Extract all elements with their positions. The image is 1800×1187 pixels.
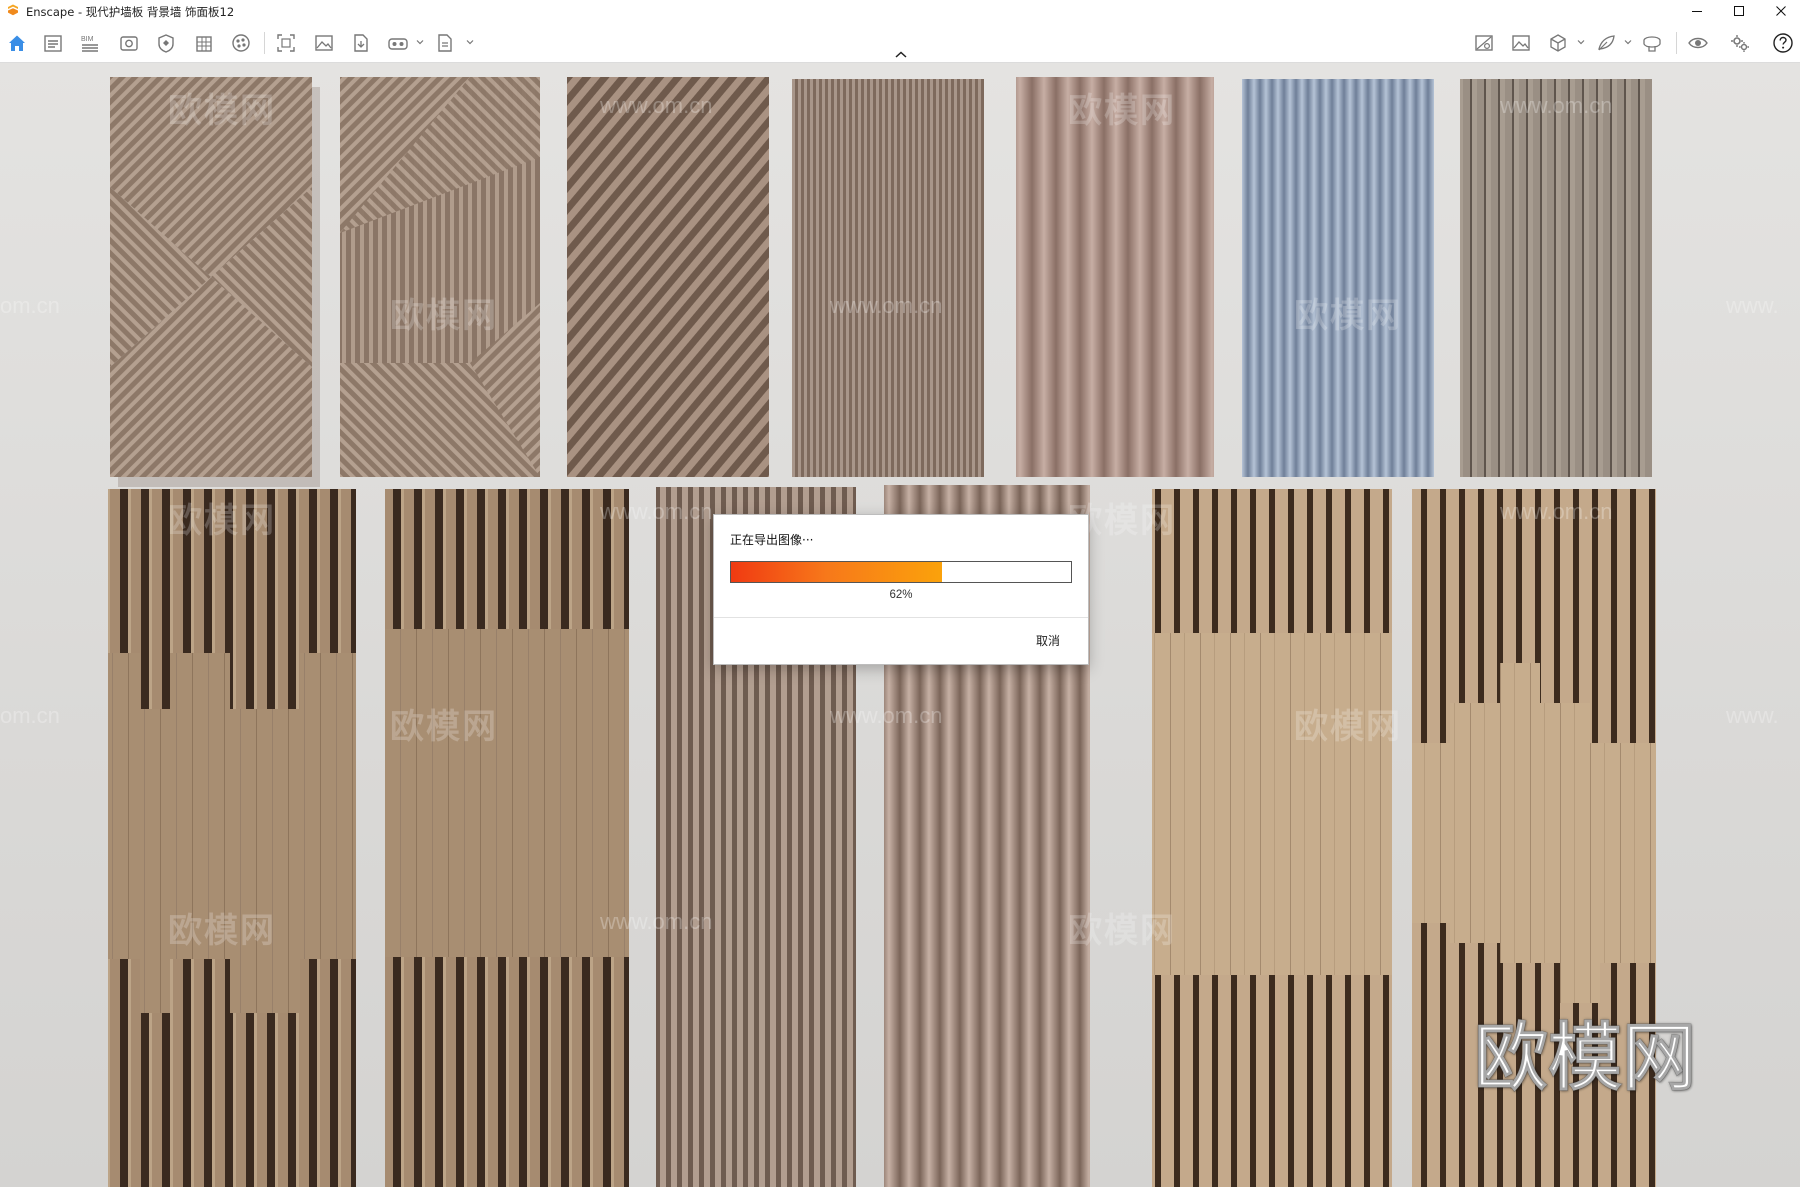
dialog-divider xyxy=(714,617,1088,618)
watermark-url: www.om.cn xyxy=(600,499,713,524)
panel-chevron-diagonal xyxy=(110,77,320,487)
export-document-button[interactable] xyxy=(349,31,373,55)
watermark-url: www.om.cn xyxy=(830,293,943,318)
svg-text:BIM: BIM xyxy=(81,36,94,43)
material-icon xyxy=(232,34,250,52)
cube-button[interactable] xyxy=(1546,31,1570,55)
maximize-button[interactable] xyxy=(1719,0,1759,22)
feedback-button[interactable] xyxy=(1594,31,1618,55)
visibility-button[interactable] xyxy=(1686,31,1710,55)
panel-slat-wood-b xyxy=(385,489,629,1187)
title-bar: Enscape - 现代护墙板 背景墙 饰面板12 xyxy=(0,0,1800,22)
watermark-logo: 欧模网 xyxy=(1294,296,1402,336)
bim-button[interactable]: BIM xyxy=(78,31,102,55)
visibility-icon xyxy=(1688,37,1708,49)
collaboration-button[interactable] xyxy=(1640,31,1664,55)
export-progress-dialog: 正在导出图像··· 62% 取消 xyxy=(713,514,1089,665)
chevron-down-icon[interactable] xyxy=(1577,38,1585,46)
home-icon xyxy=(9,35,25,51)
vr-headset-button[interactable] xyxy=(386,31,410,55)
panel-fluted-pink xyxy=(1016,77,1214,477)
watermark-url: www.om.cn xyxy=(830,703,943,728)
view-icon xyxy=(120,36,138,51)
close-button[interactable] xyxy=(1761,0,1800,22)
collapse-toolbar-chevron-icon[interactable] xyxy=(893,50,909,60)
watermark-url: www. xyxy=(1726,293,1779,318)
project-button[interactable] xyxy=(41,31,65,55)
watermark-logo-large: 欧模网 xyxy=(1474,1015,1697,1102)
export-file-button[interactable] xyxy=(433,31,457,55)
help-icon xyxy=(1773,33,1793,53)
dialog-title: 正在导出图像··· xyxy=(730,533,814,547)
home-button[interactable] xyxy=(5,31,29,55)
watermark-logo: 欧模网 xyxy=(1068,91,1176,131)
screenshot-icon xyxy=(277,34,295,52)
watermark-url: om.cn xyxy=(0,703,60,728)
watermark-url: om.cn xyxy=(0,293,60,318)
asset-library-icon xyxy=(158,34,174,53)
minimize-icon xyxy=(1692,11,1702,12)
building-icon xyxy=(196,36,212,52)
cancel-button[interactable]: 取消 xyxy=(1036,632,1060,649)
view-button[interactable] xyxy=(117,31,141,55)
minimize-button[interactable] xyxy=(1677,0,1717,22)
watermark-logo: 欧模网 xyxy=(1068,911,1176,951)
progress-percentage: 62% xyxy=(889,589,913,601)
building-button[interactable] xyxy=(192,31,216,55)
collaboration-icon xyxy=(1643,36,1661,52)
close-icon xyxy=(1776,6,1786,16)
atmosphere-icon xyxy=(1475,35,1493,51)
image-button[interactable] xyxy=(312,31,336,55)
project-icon xyxy=(44,35,62,52)
watermark-logo: 欧模网 xyxy=(1294,707,1402,747)
watermark-logo: 欧模网 xyxy=(390,296,498,336)
atmosphere-button[interactable] xyxy=(1472,31,1496,55)
help-button[interactable] xyxy=(1771,31,1795,55)
watermark-logo: 欧模网 xyxy=(390,707,498,747)
cube-icon xyxy=(1550,34,1566,52)
panel-fine-vertical xyxy=(792,79,984,477)
panel-slat-wood-a xyxy=(108,489,356,1187)
asset-library-button[interactable] xyxy=(154,31,178,55)
settings-button[interactable] xyxy=(1728,31,1752,55)
settings-icon xyxy=(1731,35,1749,52)
window-title: Enscape - 现代护墙板 背景墙 饰面板12 xyxy=(26,5,235,19)
watermark-url: www.om.cn xyxy=(1500,499,1613,524)
watermark-url: www.om.cn xyxy=(600,909,713,934)
bim-icon: BIM xyxy=(81,36,98,52)
watermark-logo: 欧模网 xyxy=(168,911,276,951)
panel-geometric-triangles xyxy=(340,77,540,477)
progress-bar-fill xyxy=(731,562,942,582)
toolbar-separator xyxy=(1676,32,1677,54)
panel-grey-slat xyxy=(1460,79,1652,477)
watermark-url: www. xyxy=(1726,703,1779,728)
progress-bar xyxy=(730,561,1072,583)
panel-diagonal-stripes xyxy=(567,77,769,477)
feedback-icon xyxy=(1598,35,1615,51)
watermark-logo: 欧模网 xyxy=(168,91,276,131)
screenshot-button[interactable] xyxy=(274,31,298,55)
panel-slat-light-a xyxy=(1152,489,1392,1187)
image-settings-button[interactable] xyxy=(1509,31,1533,55)
watermark-url: www.om.cn xyxy=(1500,93,1613,118)
image-settings-icon xyxy=(1512,35,1530,51)
material-button[interactable] xyxy=(229,31,253,55)
enscape-logo-icon xyxy=(8,4,18,16)
chevron-down-icon[interactable] xyxy=(1624,38,1632,46)
vr-headset-icon xyxy=(388,38,408,50)
export-file-icon xyxy=(438,34,452,52)
toolbar-separator xyxy=(264,32,265,54)
export-document-icon xyxy=(354,34,368,52)
chevron-down-icon[interactable] xyxy=(466,38,474,46)
image-icon xyxy=(315,35,333,51)
panel-fluted-blue xyxy=(1242,79,1434,477)
chevron-down-icon[interactable] xyxy=(416,38,424,46)
watermark-logo: 欧模网 xyxy=(168,501,276,541)
maximize-icon xyxy=(1734,6,1744,16)
watermark-url: www.om.cn xyxy=(600,93,713,118)
